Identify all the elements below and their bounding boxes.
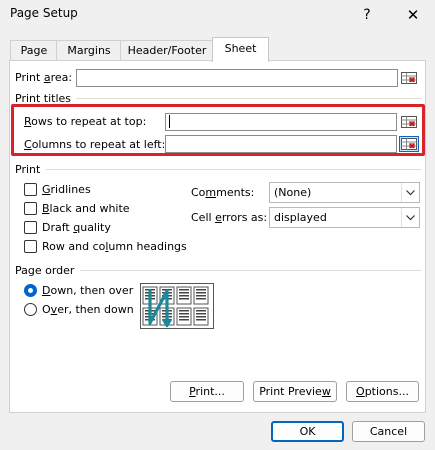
print-titles-divider bbox=[76, 98, 421, 99]
rows-repeat-ref-button[interactable] bbox=[399, 114, 419, 130]
help-button[interactable]: ? bbox=[352, 0, 382, 30]
row-column-headings-label: Row and column headings bbox=[42, 240, 187, 253]
gridlines-label: Gridlines bbox=[42, 183, 91, 196]
over-then-down-label: Over, then down bbox=[42, 303, 134, 316]
down-then-over-radio[interactable] bbox=[24, 284, 37, 297]
black-and-white-label: Black and white bbox=[42, 202, 130, 215]
help-icon: ? bbox=[363, 7, 371, 23]
chevron-down-icon bbox=[401, 208, 419, 227]
text-cursor bbox=[169, 115, 170, 128]
gridlines-checkbox[interactable] bbox=[24, 183, 37, 196]
draft-quality-label: Draft quality bbox=[42, 221, 111, 234]
options-button[interactable]: Options... bbox=[346, 381, 419, 402]
tab-sheet[interactable]: Sheet bbox=[212, 37, 269, 62]
cell-errors-label: Cell errors as: bbox=[191, 211, 268, 224]
chevron-down-icon bbox=[401, 183, 419, 202]
print-area-ref-button[interactable] bbox=[399, 70, 419, 86]
close-button[interactable]: ✕ bbox=[398, 0, 428, 30]
close-icon: ✕ bbox=[406, 6, 420, 24]
range-select-icon bbox=[401, 72, 417, 84]
page-order-divider bbox=[80, 270, 421, 271]
black-and-white-checkbox[interactable] bbox=[24, 202, 37, 215]
over-then-down-radio[interactable] bbox=[24, 303, 37, 316]
comments-select[interactable]: (None) bbox=[269, 182, 420, 203]
columns-repeat-label: Columns to repeat at left: bbox=[24, 138, 166, 151]
print-divider bbox=[46, 169, 421, 170]
print-preview-button[interactable]: Print Preview bbox=[253, 381, 337, 402]
columns-repeat-ref-button[interactable] bbox=[399, 136, 419, 152]
draft-quality-checkbox[interactable] bbox=[24, 221, 37, 234]
page-order-heading: Page order bbox=[15, 264, 75, 277]
page-order-preview-image bbox=[140, 283, 214, 332]
ok-button[interactable]: OK bbox=[271, 421, 344, 442]
tab-page[interactable]: Page bbox=[10, 40, 58, 61]
print-area-input[interactable] bbox=[76, 69, 398, 87]
range-select-icon bbox=[401, 138, 417, 150]
cancel-button[interactable]: Cancel bbox=[352, 421, 425, 442]
tab-header-footer[interactable]: Header/Footer bbox=[120, 40, 214, 61]
comments-label: Comments: bbox=[191, 186, 255, 199]
cell-errors-select[interactable]: displayed bbox=[269, 207, 420, 228]
tab-margins[interactable]: Margins bbox=[56, 40, 122, 61]
rows-repeat-input[interactable] bbox=[165, 113, 397, 131]
rows-repeat-label: Rows to repeat at top: bbox=[24, 115, 147, 128]
columns-repeat-input[interactable] bbox=[165, 135, 397, 153]
print-heading: Print bbox=[15, 163, 41, 176]
print-button[interactable]: Print... bbox=[170, 381, 244, 402]
range-select-icon bbox=[401, 116, 417, 128]
row-column-headings-checkbox[interactable] bbox=[24, 240, 37, 253]
down-then-over-label: Down, then over bbox=[42, 284, 134, 297]
dialog-title: Page Setup bbox=[10, 6, 78, 20]
print-area-label: Print area: bbox=[15, 71, 73, 84]
